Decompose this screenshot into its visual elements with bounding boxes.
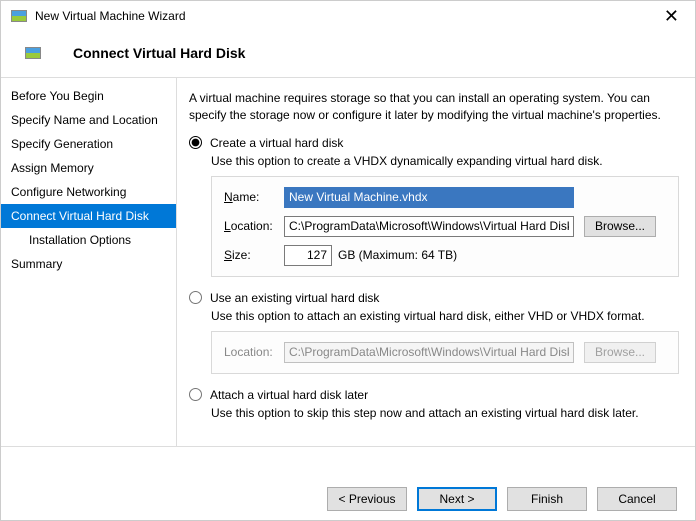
- option-create: Create a virtual hard disk Use this opti…: [189, 136, 679, 277]
- title-bar: New Virtual Machine Wizard ✕: [1, 1, 695, 31]
- existing-location-input: [284, 342, 574, 363]
- location-input[interactable]: [284, 216, 574, 237]
- radio-existing[interactable]: [189, 291, 202, 304]
- step-specify-generation[interactable]: Specify Generation: [1, 132, 176, 156]
- radio-existing-label: Use an existing virtual hard disk: [210, 291, 379, 305]
- name-input[interactable]: [284, 187, 574, 208]
- radio-create-label: Create a virtual hard disk: [210, 136, 343, 150]
- existing-browse-button: Browse...: [584, 342, 656, 363]
- page-title: Connect Virtual Hard Disk: [73, 45, 245, 61]
- radio-later-label: Attach a virtual hard disk later: [210, 388, 368, 402]
- app-icon: [11, 10, 27, 22]
- name-label: Name:: [224, 190, 284, 204]
- size-input[interactable]: [284, 245, 332, 266]
- next-button[interactable]: Next >: [417, 487, 497, 511]
- option-existing: Use an existing virtual hard disk Use th…: [189, 291, 679, 374]
- window-title: New Virtual Machine Wizard: [35, 9, 658, 23]
- option-later: Attach a virtual hard disk later Use thi…: [189, 388, 679, 420]
- browse-button[interactable]: Browse...: [584, 216, 656, 237]
- close-icon[interactable]: ✕: [658, 7, 685, 25]
- step-configure-networking[interactable]: Configure Networking: [1, 180, 176, 204]
- wizard-footer: < Previous Next > Finish Cancel: [1, 478, 695, 520]
- radio-later[interactable]: [189, 388, 202, 401]
- size-unit: GB (Maximum: 64 TB): [338, 248, 457, 262]
- step-summary[interactable]: Summary: [1, 252, 176, 276]
- finish-button[interactable]: Finish: [507, 487, 587, 511]
- wizard-content: A virtual machine requires storage so th…: [177, 78, 695, 446]
- wizard-header: Connect Virtual Hard Disk: [1, 31, 695, 77]
- cancel-button[interactable]: Cancel: [597, 487, 677, 511]
- intro-text: A virtual machine requires storage so th…: [189, 90, 679, 124]
- create-desc: Use this option to create a VHDX dynamic…: [189, 154, 679, 168]
- step-connect-vhd[interactable]: Connect Virtual Hard Disk: [1, 204, 176, 228]
- existing-location-label: Location:: [224, 345, 284, 359]
- step-installation-options[interactable]: Installation Options: [1, 228, 176, 252]
- create-panel: Name: Location: Browse... Size: GB (Maxi…: [211, 176, 679, 277]
- size-label: Size:: [224, 248, 284, 262]
- location-label: Location:: [224, 219, 284, 233]
- existing-desc: Use this option to attach an existing vi…: [189, 309, 679, 323]
- later-desc: Use this option to skip this step now an…: [189, 406, 679, 420]
- wizard-steps: Before You Begin Specify Name and Locati…: [1, 78, 177, 446]
- existing-panel: Location: Browse...: [211, 331, 679, 374]
- radio-create[interactable]: [189, 136, 202, 149]
- step-specify-name[interactable]: Specify Name and Location: [1, 108, 176, 132]
- step-assign-memory[interactable]: Assign Memory: [1, 156, 176, 180]
- previous-button[interactable]: < Previous: [327, 487, 407, 511]
- step-before-you-begin[interactable]: Before You Begin: [1, 84, 176, 108]
- header-icon: [25, 47, 41, 59]
